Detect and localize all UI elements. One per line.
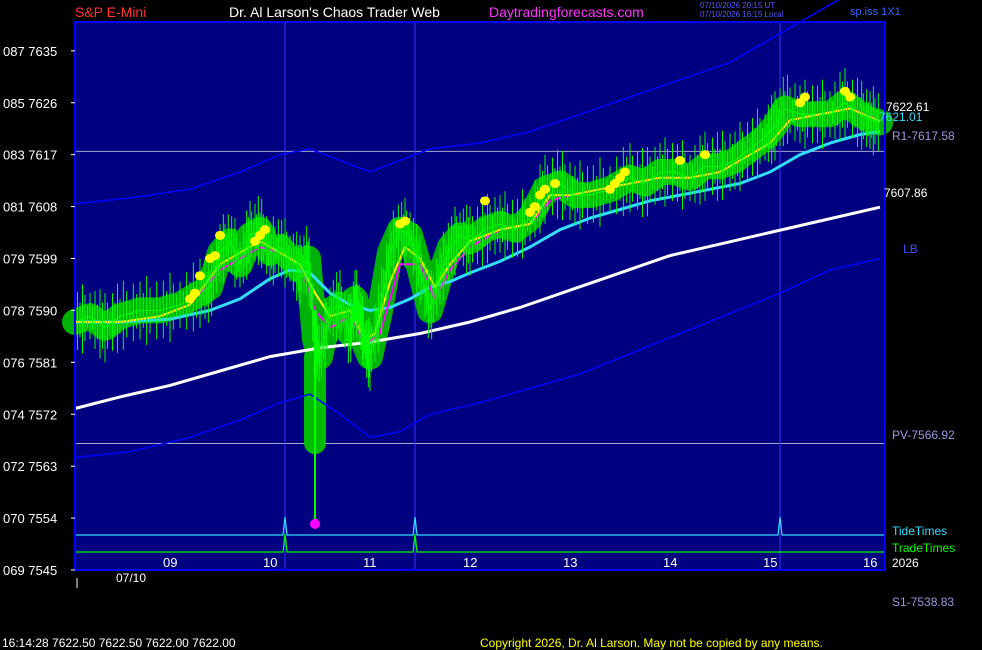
signal-dot — [800, 92, 810, 102]
y-tick-label: 078 7590 — [3, 303, 57, 318]
x-tick-label: 09 — [163, 555, 177, 570]
x-tick-label: 12 — [463, 555, 477, 570]
x-tick-label: 15 — [763, 555, 777, 570]
long-ma-label: 7607.86 — [884, 186, 928, 200]
low-marker — [310, 518, 320, 529]
signal-dot — [845, 92, 855, 102]
x-tick-label: 16 — [863, 555, 877, 570]
chart-canvas: 087 7635 085 7626 083 7617 081 7608 079 7599… — [0, 0, 982, 650]
signal-dot — [700, 150, 710, 160]
signal-dot — [195, 271, 205, 281]
y-tick-label: 070 7554 — [3, 511, 57, 526]
signal-dot — [550, 179, 560, 189]
date-label: 07/10 — [116, 571, 146, 585]
local-timestamp: 07/10/2026 16:15 Local — [700, 10, 784, 19]
x-tick-label: 14 — [663, 555, 677, 570]
y-tick-label: 072 7563 — [3, 459, 57, 474]
signal-dot — [675, 155, 685, 165]
trade-times-label: TradeTimes — [892, 541, 955, 555]
y-tick-label: 079 7599 — [3, 252, 57, 267]
signal-dot — [215, 230, 225, 240]
y-tick-label: 069 7545 — [3, 563, 57, 578]
band-label: LB — [903, 242, 918, 256]
interval-label: sp.iss 1X1 — [850, 6, 901, 18]
signal-dot — [540, 184, 550, 194]
author-title: Dr. Al Larson's Chaos Trader Web — [229, 4, 440, 20]
x-tick-label: 10 — [263, 555, 277, 570]
utc-timestamp: 07/10/2026 20:15 UT — [700, 1, 775, 10]
s1-label: S1-7538.83 — [892, 595, 954, 609]
signal-dot — [260, 225, 270, 235]
y-tick-label: 081 7608 — [3, 200, 57, 215]
y-tick-label: 087 7635 — [3, 44, 57, 59]
r1-label: R1-7617.58 — [892, 129, 955, 143]
signal-dot — [400, 216, 410, 226]
signal-dot — [620, 167, 630, 177]
signal-dot — [190, 288, 200, 298]
x-tick-label: 13 — [563, 555, 577, 570]
signal-dot — [210, 251, 220, 261]
x-tick-label: 11 — [363, 555, 377, 570]
quote-readout: 16:14:28 7622.50 7622.50 7622.00 7622.00 — [2, 636, 236, 650]
pv-label: PV-7566.92 — [892, 428, 955, 442]
y-tick-label: 085 7626 — [3, 96, 57, 111]
y-tick-label: 074 7572 — [3, 407, 57, 422]
site-title[interactable]: Daytradingforecasts.com — [489, 4, 644, 20]
signal-dot — [530, 202, 540, 212]
y-tick-label: 083 7617 — [3, 148, 57, 163]
y-tick-label: 076 7581 — [3, 355, 57, 370]
slow-ma-label: 7621.01 — [879, 110, 923, 124]
copyright-notice: Copyright 2026, Dr. Al Larson. May not b… — [480, 636, 823, 650]
tide-times-label: TideTimes — [892, 524, 947, 538]
year-label: 2026 — [892, 556, 919, 570]
symbol-title: S&P E-Mini — [75, 4, 146, 20]
signal-dot — [480, 196, 490, 206]
